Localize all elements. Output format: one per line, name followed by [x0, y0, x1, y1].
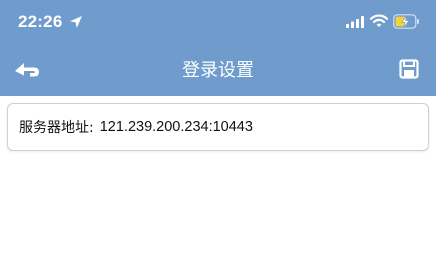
- wifi-icon: [370, 14, 388, 27]
- page-title: 登录设置: [182, 60, 254, 81]
- server-address-label: 服务器地址:: [19, 120, 94, 136]
- floppy-disk-icon[interactable]: [399, 59, 419, 79]
- back-button[interactable]: [12, 58, 42, 80]
- server-address-input[interactable]: 121.239.200.234:10443: [100, 119, 253, 135]
- navigation-bar: 22:26 登录设置: [0, 0, 436, 96]
- location-arrow-icon: [70, 16, 82, 28]
- signal-icon: [346, 16, 364, 28]
- server-address-field[interactable]: 服务器地址: 121.239.200.234:10443: [7, 103, 429, 151]
- status-time: 22:26: [18, 12, 63, 31]
- battery-charging-icon: [393, 14, 419, 29]
